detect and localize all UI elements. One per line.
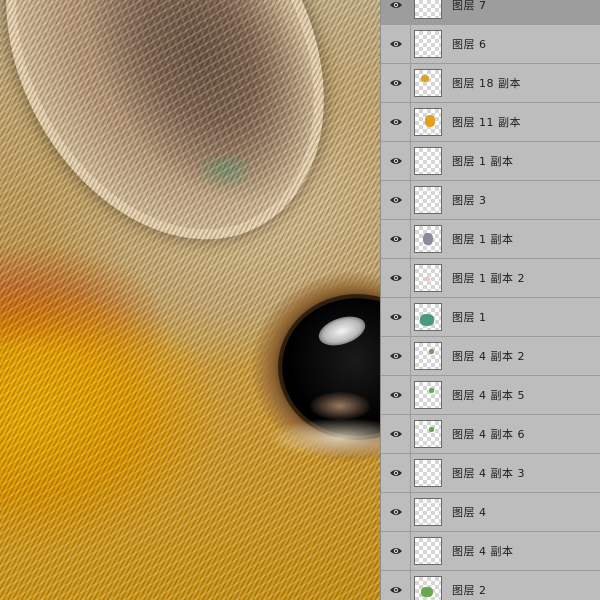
layer-visibility-toggle[interactable]: [381, 0, 411, 24]
layer-thumbnail[interactable]: [414, 420, 442, 448]
layer-name[interactable]: 图层 4 副本 3: [452, 465, 525, 481]
layer-row[interactable]: 图层 1 副本: [381, 220, 600, 259]
layer-visibility-toggle[interactable]: [381, 571, 411, 600]
layer-thumbnail[interactable]: [414, 264, 442, 292]
eye-icon: [389, 197, 402, 203]
layer-name[interactable]: 图层 4 副本 6: [452, 426, 525, 442]
layer-thumbnail-content: [429, 349, 434, 354]
layer-thumbnail-content: [423, 233, 433, 245]
eye-icon: [389, 119, 402, 125]
layer-name[interactable]: 图层 4: [452, 504, 487, 520]
layer-row[interactable]: 图层 4 副本 5: [381, 376, 600, 415]
eye-icon: [389, 509, 402, 515]
layer-row[interactable]: 图层 18 副本: [381, 64, 600, 103]
layer-visibility-toggle[interactable]: [381, 337, 411, 375]
layer-thumbnail[interactable]: [414, 342, 442, 370]
layer-visibility-toggle[interactable]: [381, 25, 411, 63]
layer-thumbnail[interactable]: [414, 108, 442, 136]
layer-row[interactable]: 图层 2: [381, 571, 600, 600]
layer-name[interactable]: 图层 1 副本 2: [452, 270, 525, 286]
eye-icon: [389, 353, 402, 359]
layer-name[interactable]: 图层 3: [452, 192, 487, 208]
eye-icon: [389, 41, 402, 47]
layer-visibility-toggle[interactable]: [381, 259, 411, 297]
layer-thumbnail-content: [424, 277, 430, 281]
layer-visibility-toggle[interactable]: [381, 103, 411, 141]
eye-icon: [389, 587, 402, 593]
layer-thumbnail-content: [429, 427, 434, 432]
layer-thumbnail[interactable]: [414, 537, 442, 565]
layer-row[interactable]: 图层 4 副本 3: [381, 454, 600, 493]
layer-name[interactable]: 图层 18 副本: [452, 75, 521, 91]
eye-icon: [389, 314, 402, 320]
layer-name[interactable]: 图层 2: [452, 582, 487, 598]
eye-icon: [389, 158, 402, 164]
layer-name[interactable]: 图层 1 副本: [452, 231, 514, 247]
layer-row[interactable]: 图层 3: [381, 181, 600, 220]
layer-row[interactable]: 图层 1: [381, 298, 600, 337]
layer-visibility-toggle[interactable]: [381, 493, 411, 531]
layer-list: 图层 7 图层 6 图层 18 副本 图层 11 副本 图层 1 副本 图层 3 图层 1 …: [381, 0, 600, 600]
eye-icon: [389, 236, 402, 242]
layer-visibility-toggle[interactable]: [381, 454, 411, 492]
layer-row[interactable]: 图层 7: [381, 0, 600, 25]
artwork-canvas[interactable]: [0, 0, 380, 600]
layer-thumbnail[interactable]: [414, 498, 442, 526]
layer-thumbnail[interactable]: [414, 186, 442, 214]
layer-thumbnail[interactable]: [414, 381, 442, 409]
eye-icon: [389, 80, 402, 86]
eye-icon: [389, 431, 402, 437]
layer-name[interactable]: 图层 11 副本: [452, 114, 521, 130]
layer-visibility-toggle[interactable]: [381, 415, 411, 453]
layer-visibility-toggle[interactable]: [381, 532, 411, 570]
layer-row[interactable]: 图层 4 副本 6: [381, 415, 600, 454]
layer-thumbnail[interactable]: [414, 459, 442, 487]
layer-thumbnail-content: [421, 587, 433, 597]
eye-icon: [389, 392, 402, 398]
layer-visibility-toggle[interactable]: [381, 142, 411, 180]
layer-thumbnail-content: [425, 115, 435, 127]
layer-visibility-toggle[interactable]: [381, 220, 411, 258]
layer-name[interactable]: 图层 1: [452, 309, 487, 325]
layer-row[interactable]: 图层 6: [381, 25, 600, 64]
layer-name[interactable]: 图层 4 副本 5: [452, 387, 525, 403]
layer-thumbnail[interactable]: [414, 0, 442, 19]
layer-row[interactable]: 图层 4 副本 2: [381, 337, 600, 376]
layer-row[interactable]: 图层 11 副本: [381, 103, 600, 142]
eye-icon: [389, 548, 402, 554]
layer-name[interactable]: 图层 1 副本: [452, 153, 514, 169]
layer-thumbnail-content: [420, 314, 434, 326]
layer-visibility-toggle[interactable]: [381, 181, 411, 219]
layer-name[interactable]: 图层 7: [452, 0, 487, 13]
layer-row[interactable]: 图层 4 副本: [381, 532, 600, 571]
layer-thumbnail-content: [429, 388, 434, 393]
layers-panel: 图层 7 图层 6 图层 18 副本 图层 11 副本 图层 1 副本 图层 3 图层 1 …: [380, 0, 600, 600]
layer-visibility-toggle[interactable]: [381, 298, 411, 336]
layer-thumbnail[interactable]: [414, 225, 442, 253]
layer-visibility-toggle[interactable]: [381, 64, 411, 102]
layer-thumbnail[interactable]: [414, 303, 442, 331]
layer-row[interactable]: 图层 1 副本: [381, 142, 600, 181]
layer-name[interactable]: 图层 6: [452, 36, 487, 52]
eye-icon: [389, 470, 402, 476]
layer-thumbnail[interactable]: [414, 69, 442, 97]
layer-thumbnail-content: [421, 75, 429, 82]
eye-icon: [389, 2, 402, 8]
layer-thumbnail[interactable]: [414, 30, 442, 58]
eye-icon: [389, 275, 402, 281]
layer-thumbnail[interactable]: [414, 147, 442, 175]
eye-reflection: [310, 392, 370, 420]
layer-name[interactable]: 图层 4 副本 2: [452, 348, 525, 364]
layer-thumbnail[interactable]: [414, 576, 442, 600]
layer-row[interactable]: 图层 1 副本 2: [381, 259, 600, 298]
layer-name[interactable]: 图层 4 副本: [452, 543, 514, 559]
layer-row[interactable]: 图层 4: [381, 493, 600, 532]
layer-visibility-toggle[interactable]: [381, 376, 411, 414]
